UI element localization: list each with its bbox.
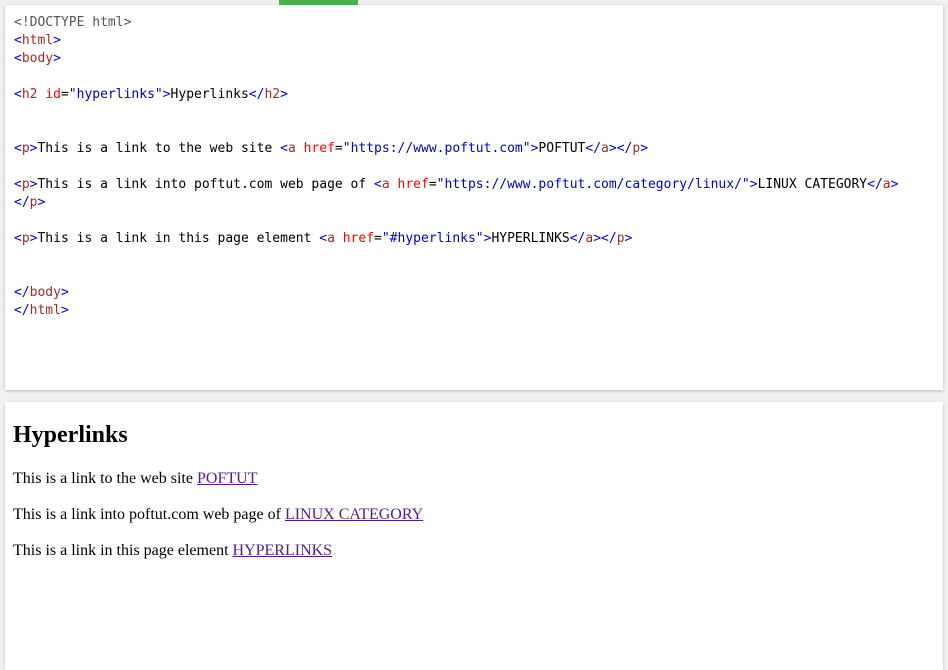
code-line-p3: <p>This is a link in this page element <… xyxy=(14,231,633,246)
code-line-body-close: </body> xyxy=(14,285,69,300)
result-preview: Hyperlinks This is a link to the web sit… xyxy=(5,402,943,670)
linux-category-link[interactable]: LINUX CATEGORY xyxy=(285,506,423,523)
result-content: Hyperlinks This is a link to the web sit… xyxy=(5,402,943,561)
code-editor[interactable]: <!DOCTYPE html> <html> <body> <h2 id="hyper… xyxy=(5,5,943,390)
code-line-p2-close: </p> xyxy=(14,195,46,210)
code-line-p2: <p>This is a link into poftut.com web pa… xyxy=(14,177,899,192)
hyperlinks-anchor-link[interactable]: HYPERLINKS xyxy=(233,542,333,559)
code-line-body-open: <body> xyxy=(14,51,61,66)
result-heading: Hyperlinks xyxy=(13,422,128,448)
code-line-html-open: <html> xyxy=(14,33,61,48)
code-line-h2: <h2 id="hyperlinks">Hyperlinks</h2> xyxy=(14,87,288,102)
result-paragraph-3: This is a link in this page element HYPE… xyxy=(13,542,333,559)
poftut-link[interactable]: POFTUT xyxy=(197,470,257,487)
code-line-p1: <p>This is a link to the web site <a hre… xyxy=(14,141,649,156)
result-paragraph-1: This is a link to the web site POFTUT xyxy=(13,470,258,487)
result-paragraph-2: This is a link into poftut.com web page … xyxy=(13,506,424,523)
code-content[interactable]: <!DOCTYPE html> <html> <body> <h2 id="hyper… xyxy=(5,5,943,320)
code-line-html-close: </html> xyxy=(14,303,69,318)
code-line-doctype: <!DOCTYPE html> xyxy=(14,15,132,30)
